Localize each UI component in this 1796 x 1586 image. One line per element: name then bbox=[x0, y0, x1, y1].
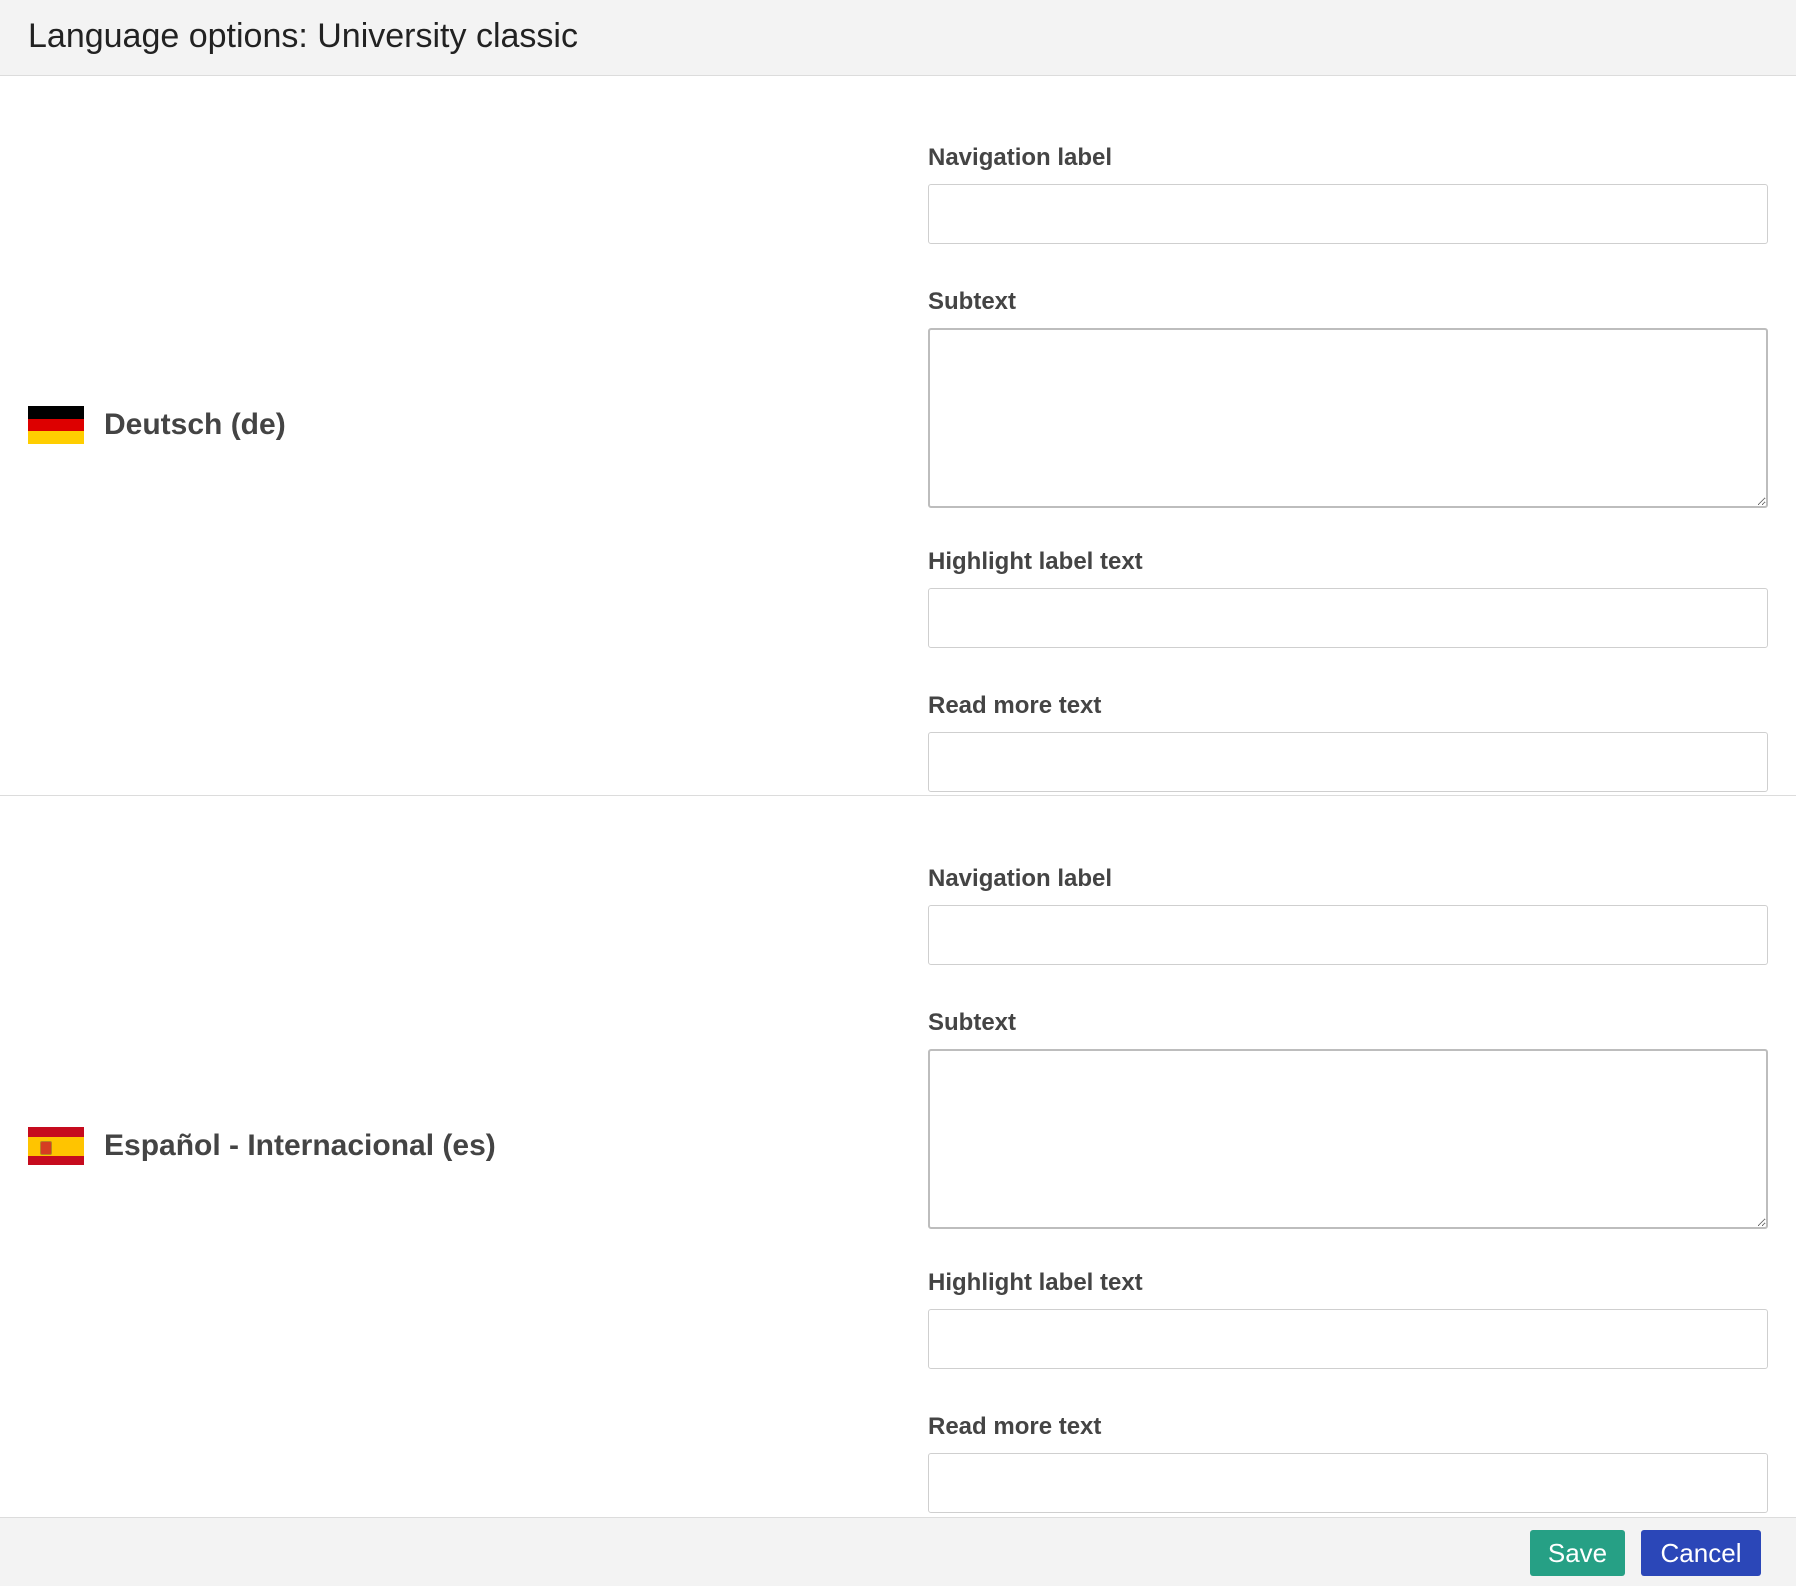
language-name: Español - Internacional (es) bbox=[104, 1129, 496, 1162]
dialog-title: Language options: University classic bbox=[28, 17, 578, 55]
subtext-textarea[interactable] bbox=[928, 328, 1768, 508]
language-section-de: Deutsch (de) Navigation label Subtext Hi… bbox=[0, 76, 1796, 796]
subtext-textarea[interactable] bbox=[928, 1049, 1768, 1229]
language-fields-es: Navigation label Subtext Highlight label… bbox=[928, 865, 1768, 1557]
navigation-label-input[interactable] bbox=[928, 905, 1768, 965]
language-section-es: Español - Internacional (es) Navigation … bbox=[0, 797, 1796, 1517]
highlight-label-text-label: Highlight label text bbox=[928, 1269, 1143, 1296]
germany-flag-icon bbox=[28, 406, 84, 445]
language-label-es: Español - Internacional (es) bbox=[28, 1127, 496, 1165]
spain-flag-icon bbox=[28, 1127, 84, 1165]
navigation-label-label: Navigation label bbox=[928, 144, 1113, 171]
language-name: Deutsch (de) bbox=[104, 408, 286, 441]
navigation-label-input[interactable] bbox=[928, 184, 1768, 244]
read-more-text-input[interactable] bbox=[928, 732, 1768, 792]
navigation-label-label: Navigation label bbox=[928, 865, 1113, 892]
dialog-footer: Save Cancel bbox=[0, 1517, 1796, 1586]
read-more-text-input[interactable] bbox=[928, 1453, 1768, 1513]
language-label-de: Deutsch (de) bbox=[28, 406, 286, 445]
read-more-text-label: Read more text bbox=[928, 1413, 1102, 1440]
save-button[interactable]: Save bbox=[1530, 1530, 1625, 1576]
read-more-text-label: Read more text bbox=[928, 692, 1102, 719]
highlight-label-text-input[interactable] bbox=[928, 1309, 1768, 1369]
cancel-button[interactable]: Cancel bbox=[1641, 1530, 1761, 1576]
subtext-label: Subtext bbox=[928, 1009, 1017, 1036]
dialog-header: Language options: University classic bbox=[0, 0, 1796, 76]
subtext-label: Subtext bbox=[928, 288, 1017, 315]
highlight-label-text-input[interactable] bbox=[928, 588, 1768, 648]
language-fields-de: Navigation label Subtext Highlight label… bbox=[928, 144, 1768, 836]
highlight-label-text-label: Highlight label text bbox=[928, 548, 1143, 575]
